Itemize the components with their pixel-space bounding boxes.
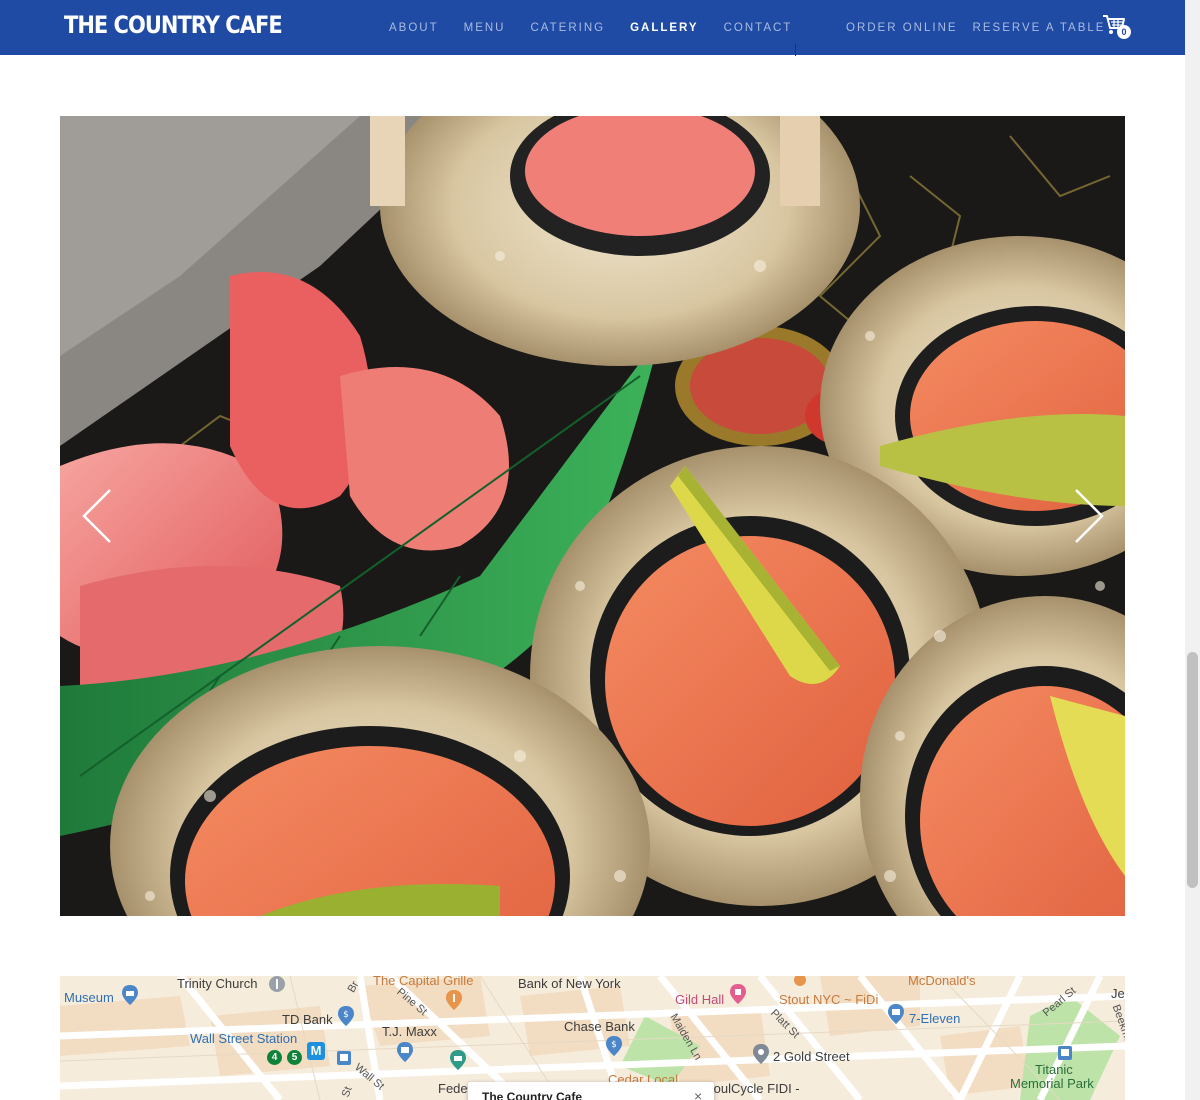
page-scrollbar-track[interactable] [1185, 0, 1200, 1100]
bar-pin-icon[interactable] [730, 984, 746, 1004]
map-label-fede: Fede [438, 1081, 468, 1096]
map-label-stout: Stout NYC ~ FiDi [779, 992, 879, 1007]
slider-prev-button[interactable] [78, 486, 118, 546]
chevron-left-icon [82, 489, 111, 543]
reserve-table-link[interactable]: RESERVE A TABLE [973, 22, 1106, 34]
map-label-je: Je [1111, 986, 1125, 1001]
church-pin-icon[interactable] [269, 976, 285, 992]
nav-menu[interactable]: MENU [464, 22, 506, 34]
slider-next-button[interactable] [1068, 486, 1108, 546]
store-pin-icon[interactable] [888, 1004, 904, 1024]
page-scrollbar-thumb[interactable] [1187, 652, 1198, 888]
map-label-trinity-church: Trinity Church [177, 976, 258, 991]
map-info-close-button[interactable]: × [694, 1088, 702, 1100]
restaurant-pin-icon[interactable] [446, 990, 462, 1010]
map-label-capital-grille: The Capital Grille [373, 976, 474, 988]
gallery-slider [60, 116, 1125, 916]
map-label-td-bank: TD Bank [282, 1012, 333, 1027]
place-pin-icon[interactable] [753, 1044, 769, 1064]
map-label-bank-of-ny: Bank of New York [518, 976, 621, 991]
sushi-photo [60, 116, 1125, 916]
museum-pin-icon[interactable] [122, 985, 138, 1005]
map-label-chase-bank: Chase Bank [564, 1019, 635, 1034]
top-navbar: THE COUNTRY CAFE ABOUT MENU CATERING GAL… [0, 0, 1185, 55]
metro-station-icon[interactable]: M [307, 1042, 325, 1060]
bank-pin-icon[interactable]: $ [338, 1006, 354, 1026]
svg-text:$: $ [611, 1040, 617, 1050]
nav-gallery[interactable]: GALLERY [630, 22, 699, 34]
divider-mark [795, 44, 796, 56]
map-label-mcdonalds: McDonald's [908, 976, 976, 988]
map-label-tj-maxx: T.J. Maxx [382, 1024, 437, 1039]
map-label-museum: Museum [64, 990, 114, 1005]
transit-icon[interactable] [337, 1051, 351, 1065]
train-4-icon[interactable]: 4 [267, 1050, 282, 1065]
location-map[interactable]: $ $ 4 5 M Museum Trinity Church The Capi… [60, 976, 1125, 1100]
park-transit-icon[interactable] [1058, 1046, 1072, 1060]
action-nav: ORDER ONLINE RESERVE A TABLE [846, 0, 1120, 55]
nav-catering[interactable]: CATERING [531, 22, 606, 34]
svg-text:$: $ [343, 1010, 349, 1020]
map-info-window[interactable]: The Country Cafe × [468, 1082, 714, 1100]
chevron-right-icon [1075, 489, 1104, 543]
map-label-seven-eleven: 7-Eleven [909, 1011, 961, 1026]
shopping-pin-icon[interactable] [397, 1042, 413, 1062]
order-online-link[interactable]: ORDER ONLINE [846, 22, 958, 34]
train-5-icon[interactable]: 5 [287, 1050, 302, 1065]
nav-contact[interactable]: CONTACT [724, 22, 793, 34]
map-label-memorial-park: Memorial Park [1010, 1076, 1094, 1091]
cart-count-badge: 0 [1117, 25, 1131, 39]
nav-about[interactable]: ABOUT [389, 22, 439, 34]
federal-pin-icon[interactable] [450, 1050, 466, 1070]
map-label-gild-hall: Gild Hall [675, 992, 725, 1007]
food-pin-icon[interactable] [793, 976, 807, 988]
shopping-cart-icon[interactable]: 0 [1102, 14, 1132, 42]
map-label-2-gold-street: 2 Gold Street [773, 1049, 850, 1064]
map-info-title: The Country Cafe [482, 1090, 583, 1100]
site-logo[interactable]: THE COUNTRY CAFE [64, 11, 283, 39]
map-label-wall-street-station: Wall Street Station [190, 1031, 298, 1046]
main-nav: ABOUT MENU CATERING GALLERY CONTACT [389, 0, 817, 55]
chase-bank-pin-icon[interactable]: $ [606, 1036, 622, 1056]
map-label-titanic: Titanic [1035, 1062, 1073, 1077]
map-label-soulcycle: SoulCycle FIDI - [705, 1081, 800, 1096]
